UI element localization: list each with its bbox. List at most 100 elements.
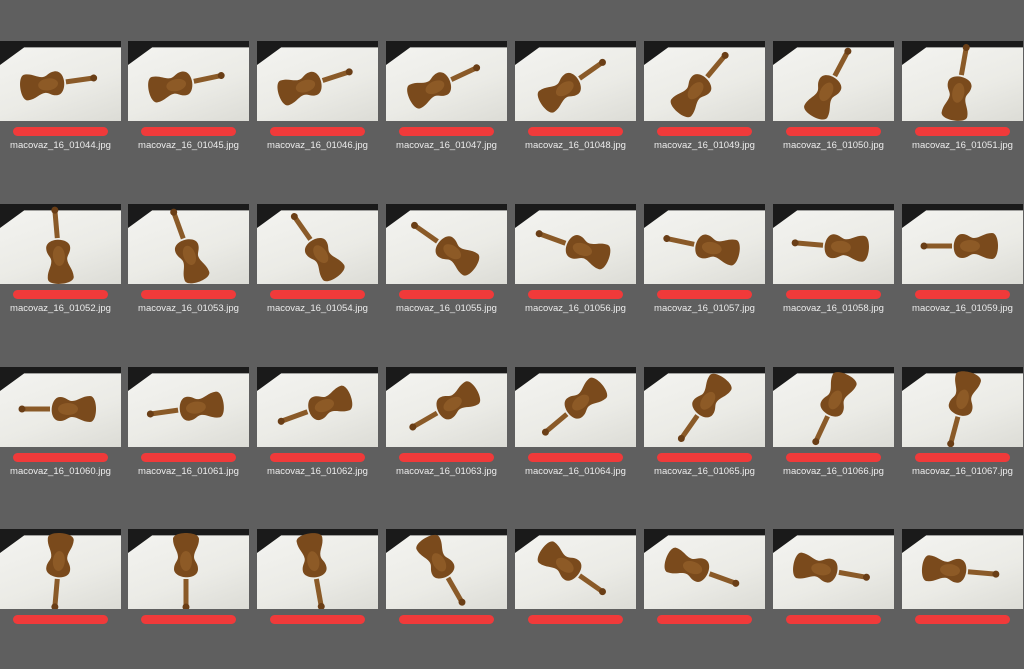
color-label-bar [13, 615, 108, 624]
thumbnail-image[interactable] [257, 367, 378, 447]
thumbnail-image[interactable] [386, 41, 507, 121]
thumbnail-image[interactable] [0, 367, 121, 447]
thumbnail-image[interactable] [128, 367, 249, 447]
thumbnail-image[interactable] [773, 529, 894, 609]
thumbnail-item[interactable] [0, 529, 129, 669]
thumbnail-image[interactable] [773, 41, 894, 121]
thumbnail-image[interactable] [0, 204, 121, 284]
thumbnail-image[interactable] [257, 204, 378, 284]
thumbnail-image[interactable] [515, 41, 636, 121]
thumbnail-image[interactable] [644, 529, 765, 609]
thumbnail-item[interactable]: macovaz_16_01062.jpg [257, 367, 386, 507]
thumbnail-image[interactable] [902, 367, 1023, 447]
thumbnail-filename: macovaz_16_01067.jpg [912, 466, 1013, 477]
violin-neck [151, 407, 179, 417]
thumbnail-item[interactable]: macovaz_16_01053.jpg [128, 204, 257, 344]
thumbnail-item[interactable]: macovaz_16_01047.jpg [386, 41, 515, 181]
thumbnail-item[interactable]: macovaz_16_01046.jpg [257, 41, 386, 181]
violin-photo [173, 533, 199, 609]
violin-neck [450, 66, 476, 82]
thumbnail-filename: macovaz_16_01053.jpg [138, 303, 239, 314]
thumbnail-image[interactable] [902, 41, 1023, 121]
thumbnail-item[interactable]: macovaz_16_01048.jpg [515, 41, 644, 181]
thumbnail-item[interactable]: macovaz_16_01051.jpg [902, 41, 1024, 181]
thumbnail-item[interactable]: macovaz_16_01067.jpg [902, 367, 1024, 507]
thumbnail-item[interactable]: macovaz_16_01054.jpg [257, 204, 386, 344]
thumbnail-image[interactable] [515, 529, 636, 609]
thumbnail-image[interactable] [257, 529, 378, 609]
thumbnail-item[interactable]: macovaz_16_01056.jpg [515, 204, 644, 344]
thumbnail-item[interactable] [386, 529, 515, 669]
color-label-bar [141, 615, 236, 624]
thumbnail-image[interactable] [386, 204, 507, 284]
violin-photo [407, 64, 481, 109]
thumbnail-image[interactable] [773, 367, 894, 447]
thumbnail-filename: macovaz_16_01060.jpg [10, 466, 111, 477]
violin-photo [170, 208, 210, 284]
thumbnail-item[interactable]: macovaz_16_01060.jpg [0, 367, 129, 507]
thumbnail-item[interactable]: macovaz_16_01052.jpg [0, 204, 129, 344]
thumbnail-item[interactable]: macovaz_16_01050.jpg [773, 41, 902, 181]
violin-neck [545, 412, 569, 433]
color-label-bar [13, 290, 108, 299]
thumbnail-item[interactable]: macovaz_16_01045.jpg [128, 41, 257, 181]
thumbnail-image[interactable] [644, 367, 765, 447]
violin-neck [65, 75, 93, 85]
thumbnail-filename: macovaz_16_01045.jpg [138, 140, 239, 151]
color-label-bar [657, 127, 752, 136]
violin-neck [183, 579, 189, 605]
thumbnail-item[interactable] [644, 529, 773, 669]
thumbnail-image[interactable] [773, 204, 894, 284]
thumbnail-image[interactable] [128, 529, 249, 609]
color-label-bar [915, 290, 1010, 299]
thumbnail-image[interactable] [128, 41, 249, 121]
violin-highlight [180, 551, 192, 571]
thumbnail-image[interactable] [515, 204, 636, 284]
thumbnail-item[interactable]: macovaz_16_01058.jpg [773, 204, 902, 344]
thumbnail-item[interactable]: macovaz_16_01065.jpg [644, 367, 773, 507]
violin-photo [146, 391, 224, 421]
violin-photo [804, 47, 852, 120]
thumbnail-item[interactable]: macovaz_16_01063.jpg [386, 367, 515, 507]
thumbnail-item[interactable]: macovaz_16_01049.jpg [644, 41, 773, 181]
thumbnail-item[interactable] [257, 529, 386, 669]
thumbnail-item[interactable]: macovaz_16_01044.jpg [0, 41, 129, 181]
thumbnail-item[interactable]: macovaz_16_01059.jpg [902, 204, 1024, 344]
color-label-bar [13, 127, 108, 136]
violin-neck [52, 211, 60, 239]
thumbnail-item[interactable] [128, 529, 257, 669]
thumbnail-image[interactable] [515, 367, 636, 447]
violin-neck [578, 573, 603, 593]
color-label-bar [141, 127, 236, 136]
violin-neck [705, 55, 726, 79]
thumbnail-filename: macovaz_16_01054.jpg [267, 303, 368, 314]
violin-neck [293, 216, 313, 241]
thumbnail-item[interactable]: macovaz_16_01061.jpg [128, 367, 257, 507]
thumbnail-image[interactable] [902, 529, 1023, 609]
thumbnail-image[interactable] [0, 529, 121, 609]
violin-scroll [18, 405, 26, 413]
thumbnail-item[interactable]: macovaz_16_01057.jpg [644, 204, 773, 344]
violin-neck [172, 213, 186, 240]
thumbnail-filename: macovaz_16_01048.jpg [525, 140, 626, 151]
thumbnail-item[interactable]: macovaz_16_01064.jpg [515, 367, 644, 507]
thumbnail-image[interactable] [257, 41, 378, 121]
thumbnail-filename: macovaz_16_01066.jpg [783, 466, 884, 477]
thumbnail-image[interactable] [128, 204, 249, 284]
thumbnail-filename: macovaz_16_01058.jpg [783, 303, 884, 314]
thumbnail-item[interactable] [773, 529, 902, 669]
color-label-bar [270, 453, 365, 462]
thumbnail-item[interactable] [515, 529, 644, 669]
thumbnail-item[interactable]: macovaz_16_01055.jpg [386, 204, 515, 344]
thumbnail-image[interactable] [386, 367, 507, 447]
thumbnail-image[interactable] [644, 41, 765, 121]
thumbnail-image[interactable] [644, 204, 765, 284]
thumbnail-filename: macovaz_16_01056.jpg [525, 303, 626, 314]
thumbnail-image[interactable] [0, 41, 121, 121]
thumbnail-item[interactable] [902, 529, 1024, 669]
violin-neck [414, 224, 439, 244]
thumbnail-item[interactable]: macovaz_16_01066.jpg [773, 367, 902, 507]
color-label-bar [270, 127, 365, 136]
thumbnail-image[interactable] [386, 529, 507, 609]
thumbnail-image[interactable] [902, 204, 1023, 284]
